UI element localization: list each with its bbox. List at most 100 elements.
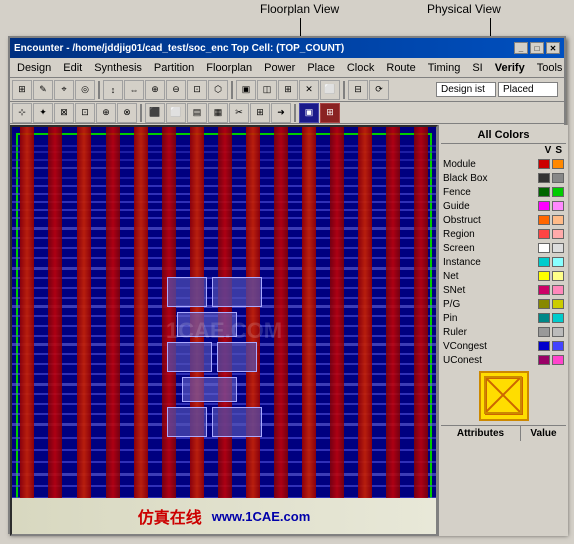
tb-btn-17[interactable]: ⟳ <box>369 80 389 100</box>
module-color-v[interactable] <box>538 159 550 169</box>
tb2-btn-2[interactable]: ✦ <box>33 103 53 123</box>
tb2-view-btn-2[interactable]: ⊞ <box>320 103 340 123</box>
uconest-color-s[interactable] <box>552 355 564 365</box>
tb-btn-10[interactable]: ⬡ <box>208 80 228 100</box>
pin-color-v[interactable] <box>538 313 550 323</box>
tb2-btn-7[interactable]: ⬛ <box>145 103 165 123</box>
tb-btn-8[interactable]: ⊖ <box>166 80 186 100</box>
pg-color-v[interactable] <box>538 299 550 309</box>
tb2-btn-12[interactable]: ⊞ <box>250 103 270 123</box>
fence-color-v[interactable] <box>538 187 550 197</box>
menu-verify[interactable]: Verify <box>490 60 530 76</box>
color-row-uconest[interactable]: UConest <box>441 353 566 367</box>
menu-timing[interactable]: Timing <box>423 60 466 76</box>
color-row-snet[interactable]: SNet <box>441 283 566 297</box>
net-color-v[interactable] <box>538 271 550 281</box>
module-color-s[interactable] <box>552 159 564 169</box>
menu-edit[interactable]: Edit <box>58 60 87 76</box>
vcongest-color-s[interactable] <box>552 341 564 351</box>
color-row-region[interactable]: Region <box>441 227 566 241</box>
color-row-module[interactable]: Module <box>441 157 566 171</box>
menu-floorplan[interactable]: Floorplan <box>201 60 257 76</box>
tb-btn-6[interactable]: ⇔ <box>124 80 144 100</box>
color-row-net[interactable]: Net <box>441 269 566 283</box>
screen-color-v[interactable] <box>538 243 550 253</box>
menu-partition[interactable]: Partition <box>149 60 199 76</box>
net-color-s[interactable] <box>552 271 564 281</box>
tb-btn-13[interactable]: ⊞ <box>278 80 298 100</box>
tb-btn-7[interactable]: ⊕ <box>145 80 165 100</box>
blackbox-color-s[interactable] <box>552 173 564 183</box>
tb-btn-3[interactable]: ⌖ <box>54 80 74 100</box>
uconest-color-v[interactable] <box>538 355 550 365</box>
color-row-blackbox[interactable]: Black Box <box>441 171 566 185</box>
tb2-btn-1[interactable]: ⊹ <box>12 103 32 123</box>
obstruct-color-v[interactable] <box>538 215 550 225</box>
tb2-btn-3[interactable]: ⊠ <box>54 103 74 123</box>
tb-btn-9[interactable]: ⊡ <box>187 80 207 100</box>
fence-color-s[interactable] <box>552 187 564 197</box>
guide-color-s[interactable] <box>552 201 564 211</box>
selected-element-icon <box>479 371 529 421</box>
color-row-ruler[interactable]: Ruler <box>441 325 566 339</box>
menu-route[interactable]: Route <box>381 60 420 76</box>
color-row-guide[interactable]: Guide <box>441 199 566 213</box>
color-row-obstruct[interactable]: Obstruct <box>441 213 566 227</box>
color-row-vcongest[interactable]: VCongest <box>441 339 566 353</box>
tb-btn-16[interactable]: ⊟ <box>348 80 368 100</box>
tb2-btn-13[interactable]: ➜ <box>271 103 291 123</box>
guide-color-v[interactable] <box>538 201 550 211</box>
tb-btn-1[interactable]: ⊞ <box>12 80 32 100</box>
tb-btn-5[interactable]: ↕ <box>103 80 123 100</box>
close-button[interactable]: ✕ <box>546 42 560 54</box>
instance-color-s[interactable] <box>552 257 564 267</box>
tb2-btn-8[interactable]: ⬜ <box>166 103 186 123</box>
color-row-fence[interactable]: Fence <box>441 185 566 199</box>
instance-color-v[interactable] <box>538 257 550 267</box>
menu-synthesis[interactable]: Synthesis <box>89 60 147 76</box>
menu-place[interactable]: Place <box>302 60 340 76</box>
encounter-window: Encounter - /home/jddjig01/cad_test/soc_… <box>8 36 566 534</box>
tb-btn-12[interactable]: ◫ <box>257 80 277 100</box>
blackbox-color-v[interactable] <box>538 173 550 183</box>
color-row-instance[interactable]: Instance <box>441 255 566 269</box>
tb-btn-15[interactable]: ⬜ <box>320 80 340 100</box>
ruler-color-s[interactable] <box>552 327 564 337</box>
menu-help[interactable]: Help <box>569 60 574 76</box>
tb2-btn-4[interactable]: ⊡ <box>75 103 95 123</box>
color-row-screen[interactable]: Screen <box>441 241 566 255</box>
pin-color-s[interactable] <box>552 313 564 323</box>
maximize-button[interactable]: □ <box>530 42 544 54</box>
tb-btn-11[interactable]: ▣ <box>236 80 256 100</box>
title-bar-buttons: _ □ ✕ <box>514 42 560 54</box>
vcongest-color-v[interactable] <box>538 341 550 351</box>
menu-design[interactable]: Design <box>12 60 56 76</box>
tb2-btn-5[interactable]: ⊕ <box>96 103 116 123</box>
menu-si[interactable]: SI <box>467 60 487 76</box>
screen-color-s[interactable] <box>552 243 564 253</box>
obstruct-color-s[interactable] <box>552 215 564 225</box>
tb2-btn-9[interactable]: ▤ <box>187 103 207 123</box>
menu-power[interactable]: Power <box>259 60 300 76</box>
pg-color-s[interactable] <box>552 299 564 309</box>
region-color-s[interactable] <box>552 229 564 239</box>
tb2-btn-10[interactable]: ▦ <box>208 103 228 123</box>
tb2-view-btn-1[interactable]: ▣ <box>299 103 319 123</box>
tb-btn-14[interactable]: ✕ <box>299 80 319 100</box>
menu-clock[interactable]: Clock <box>342 60 380 76</box>
ruler-color-v[interactable] <box>538 327 550 337</box>
attributes-col-label: Attributes <box>441 426 521 441</box>
panel-title: All Colors <box>441 127 566 144</box>
snet-color-s[interactable] <box>552 285 564 295</box>
tb-btn-2[interactable]: ✎ <box>33 80 53 100</box>
color-row-pg[interactable]: P/G <box>441 297 566 311</box>
color-row-pin[interactable]: Pin <box>441 311 566 325</box>
canvas-area[interactable]: 1CAE.COM 仿真在线 www.1CAE.com <box>10 125 438 536</box>
tb-btn-4[interactable]: ◎ <box>75 80 95 100</box>
tb2-btn-6[interactable]: ⊗ <box>117 103 137 123</box>
minimize-button[interactable]: _ <box>514 42 528 54</box>
tb2-btn-11[interactable]: ✂ <box>229 103 249 123</box>
snet-color-v[interactable] <box>538 285 550 295</box>
region-color-v[interactable] <box>538 229 550 239</box>
menu-tools[interactable]: Tools <box>532 60 568 76</box>
